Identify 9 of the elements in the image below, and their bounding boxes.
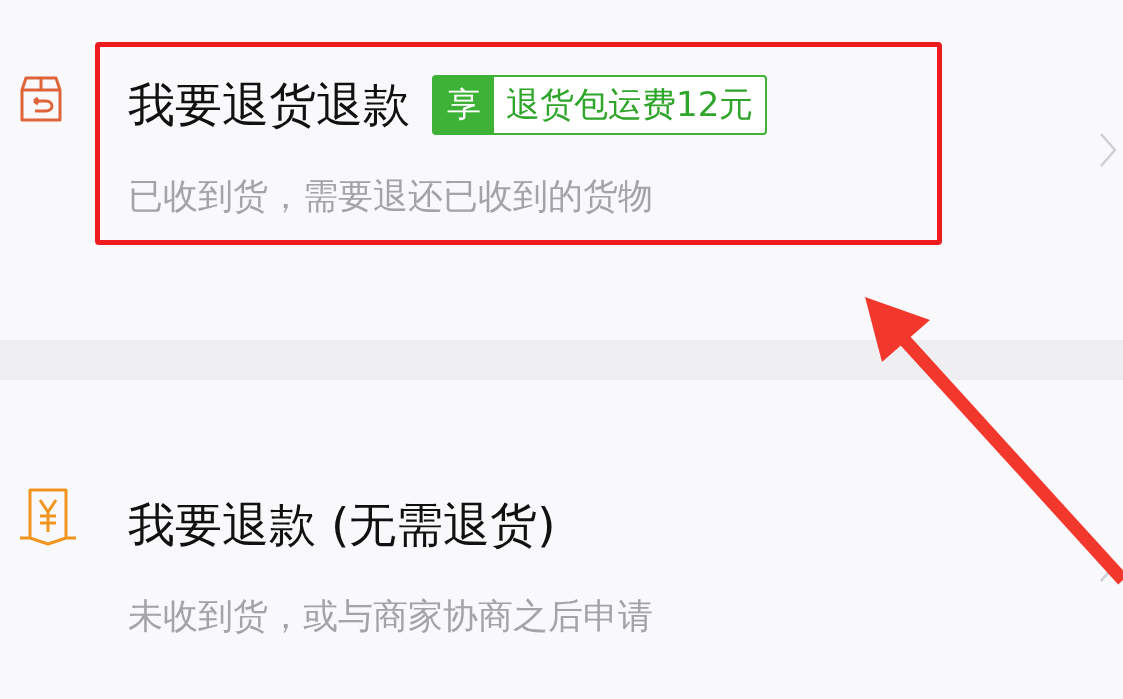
- box-return-icon: [20, 74, 62, 124]
- badge-text: 退货包运费12元: [505, 83, 755, 126]
- option-description: 已收到货，需要退还已收到的货物: [128, 175, 654, 218]
- option-row[interactable]: 我要退款 (无需退货) 未收到货，或与商家协商之后申请: [95, 462, 942, 665]
- badge-prefix: 享: [434, 77, 494, 133]
- option-description: 未收到货，或与商家协商之后申请: [128, 595, 654, 638]
- option-title: 我要退货退款: [128, 75, 410, 134]
- option-title: 我要退款 (无需退货): [128, 495, 556, 554]
- yen-tag-icon: [18, 486, 78, 548]
